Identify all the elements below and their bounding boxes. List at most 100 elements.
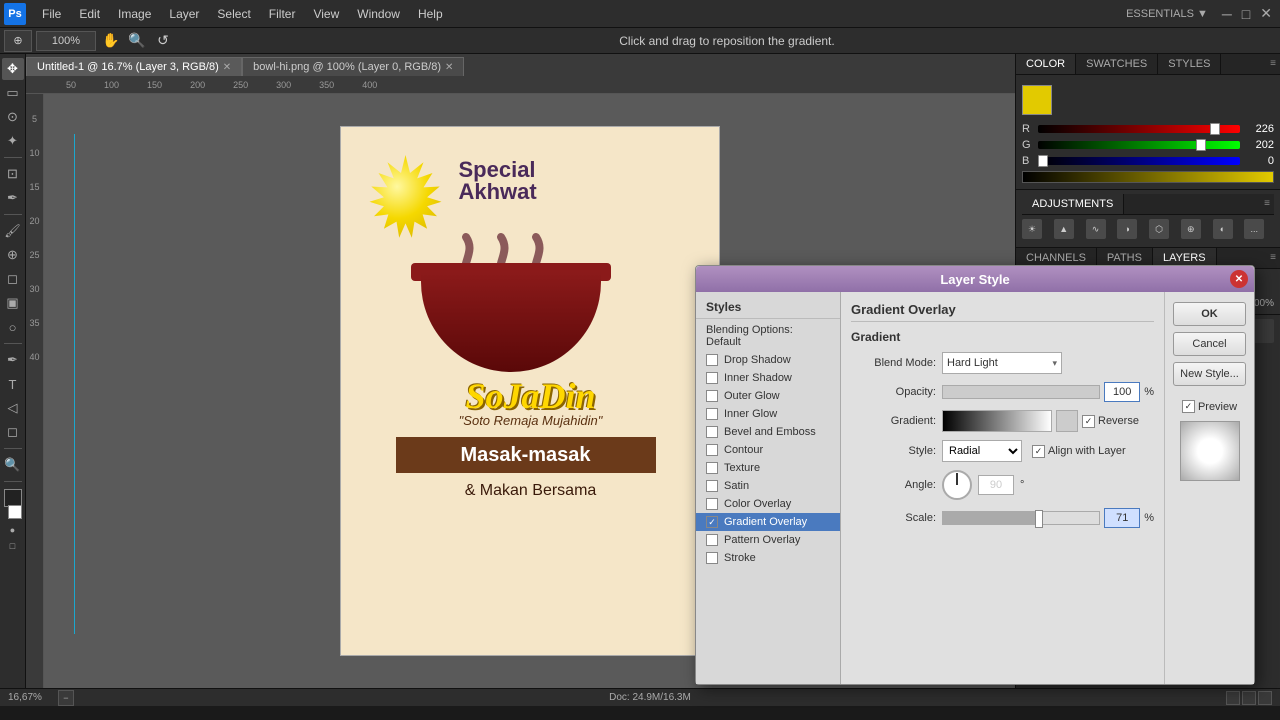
style-blending-options[interactable]: Blending Options: Default — [696, 321, 840, 351]
style-pattern-overlay[interactable]: Pattern Overlay — [696, 531, 840, 549]
bottom-tool-3[interactable] — [1258, 691, 1272, 705]
crop-tool[interactable]: ⊡ — [2, 163, 24, 185]
style-inner-shadow[interactable]: Inner Shadow — [696, 369, 840, 387]
style-drop-shadow[interactable]: Drop Shadow — [696, 351, 840, 369]
style-color-overlay[interactable]: Color Overlay — [696, 495, 840, 513]
green-value[interactable]: 202 — [1244, 139, 1274, 151]
adj-color-balance[interactable]: ⊕ — [1181, 219, 1201, 239]
tab-untitled-close[interactable]: ✕ — [223, 62, 231, 73]
drop-shadow-checkbox[interactable] — [706, 354, 718, 366]
layers-panel-menu[interactable]: ≡ — [1266, 248, 1280, 268]
contour-checkbox[interactable] — [706, 444, 718, 456]
magic-wand-tool[interactable]: ✦ — [2, 130, 24, 152]
stroke-checkbox[interactable] — [706, 552, 718, 564]
minimize-button[interactable]: ─ — [1218, 6, 1236, 22]
satin-checkbox[interactable] — [706, 480, 718, 492]
rotate-tool[interactable]: ↺ — [152, 30, 174, 52]
style-select[interactable]: Radial Linear Angle Reflected Diamond — [942, 440, 1022, 462]
color-panel-menu[interactable]: ≡ — [1266, 54, 1280, 74]
dialog-close-button[interactable]: ✕ — [1230, 270, 1248, 288]
color-overlay-checkbox[interactable] — [706, 498, 718, 510]
opacity-input[interactable]: 100 — [1104, 382, 1140, 402]
outer-glow-checkbox[interactable] — [706, 390, 718, 402]
tab-bowl-close[interactable]: ✕ — [445, 62, 453, 73]
style-outer-glow[interactable]: Outer Glow — [696, 387, 840, 405]
red-track[interactable] — [1038, 125, 1240, 133]
adj-bw[interactable]: ◐ — [1213, 219, 1233, 239]
gradient-overlay-checkbox[interactable] — [706, 516, 718, 528]
red-thumb[interactable] — [1210, 123, 1220, 135]
zoom-tool[interactable]: 🔍 — [126, 30, 148, 52]
scale-slider[interactable] — [942, 511, 1100, 525]
cancel-button[interactable]: Cancel — [1173, 332, 1246, 356]
texture-checkbox[interactable] — [706, 462, 718, 474]
close-button[interactable]: ✕ — [1256, 5, 1276, 22]
tab-adjustments[interactable]: ADJUSTMENTS — [1022, 194, 1124, 214]
path-tool[interactable]: ◁ — [2, 397, 24, 419]
red-value[interactable]: 226 — [1244, 123, 1274, 135]
angle-input[interactable]: 90 — [978, 475, 1014, 495]
menu-window[interactable]: Window — [349, 4, 408, 24]
style-gradient-overlay[interactable]: Gradient Overlay — [696, 513, 840, 531]
green-thumb[interactable] — [1196, 139, 1206, 151]
opacity-slider[interactable] — [942, 385, 1100, 399]
gradient-tool[interactable]: ▣ — [2, 292, 24, 314]
blue-track[interactable] — [1038, 157, 1240, 165]
new-style-button[interactable]: New Style... — [1173, 362, 1246, 386]
gradient-preview[interactable] — [942, 410, 1052, 432]
green-track[interactable] — [1038, 141, 1240, 149]
style-texture[interactable]: Texture — [696, 459, 840, 477]
menu-layer[interactable]: Layer — [161, 4, 207, 24]
style-satin[interactable]: Satin — [696, 477, 840, 495]
tab-color[interactable]: COLOR — [1016, 54, 1076, 74]
quick-mask[interactable]: ● — [10, 525, 15, 535]
pattern-overlay-checkbox[interactable] — [706, 534, 718, 546]
tab-bowl[interactable]: bowl-hi.png @ 100% (Layer 0, RGB/8) ✕ — [242, 57, 464, 76]
menu-view[interactable]: View — [305, 4, 347, 24]
foreground-swatch[interactable] — [1022, 85, 1052, 115]
style-inner-glow[interactable]: Inner Glow — [696, 405, 840, 423]
menu-image[interactable]: Image — [110, 4, 159, 24]
adj-levels[interactable]: ▲ — [1054, 219, 1074, 239]
blue-value[interactable]: 0 — [1244, 155, 1274, 167]
dodge-tool[interactable]: ○ — [2, 316, 24, 338]
screen-mode[interactable]: □ — [10, 541, 15, 551]
menu-select[interactable]: Select — [209, 4, 258, 24]
style-stroke[interactable]: Stroke — [696, 549, 840, 567]
adj-panel-menu[interactable]: ≡ — [1260, 194, 1274, 214]
scale-input[interactable]: 71 — [1104, 508, 1140, 528]
angle-dial[interactable] — [942, 470, 972, 500]
menu-file[interactable]: File — [34, 4, 69, 24]
hand-tool[interactable]: ✋ — [100, 30, 122, 52]
zoom-tool-left[interactable]: 🔍 — [2, 454, 24, 476]
tab-styles[interactable]: STYLES — [1158, 54, 1221, 74]
pen-tool[interactable]: ✒ — [2, 349, 24, 371]
move-tool[interactable]: ✥ — [2, 58, 24, 80]
clone-tool[interactable]: ⊕ — [2, 244, 24, 266]
reverse-checkbox[interactable] — [1082, 415, 1095, 428]
eyedropper-tool[interactable]: ✒ — [2, 187, 24, 209]
menu-help[interactable]: Help — [410, 4, 451, 24]
zoom-input[interactable]: 100% — [36, 31, 96, 51]
gradient-options-button[interactable]: ▾ — [1056, 410, 1078, 432]
marquee-tool[interactable]: ▭ — [2, 82, 24, 104]
menu-edit[interactable]: Edit — [71, 4, 108, 24]
tab-untitled[interactable]: Untitled-1 @ 16.7% (Layer 3, RGB/8) ✕ — [26, 57, 242, 76]
tool-mode-button[interactable]: ⊕ — [4, 30, 32, 52]
preview-checkbox[interactable] — [1182, 400, 1195, 413]
blue-thumb[interactable] — [1038, 155, 1048, 167]
scale-thumb[interactable] — [1035, 510, 1043, 528]
blend-mode-select[interactable]: Hard Light ▾ — [942, 352, 1062, 374]
inner-glow-checkbox[interactable] — [706, 408, 718, 420]
adj-brightness[interactable]: ☀ — [1022, 219, 1042, 239]
eraser-tool[interactable]: ◻ — [2, 268, 24, 290]
style-contour[interactable]: Contour — [696, 441, 840, 459]
brush-tool[interactable]: 🖌 — [2, 220, 24, 242]
maximize-button[interactable]: □ — [1238, 6, 1254, 22]
lasso-tool[interactable]: ⊙ — [2, 106, 24, 128]
adj-curves[interactable]: ∿ — [1086, 219, 1106, 239]
adj-exposure[interactable]: ◑ — [1117, 219, 1137, 239]
background-color[interactable] — [8, 505, 22, 519]
bevel-emboss-checkbox[interactable] — [706, 426, 718, 438]
color-ramp[interactable] — [1022, 171, 1274, 183]
